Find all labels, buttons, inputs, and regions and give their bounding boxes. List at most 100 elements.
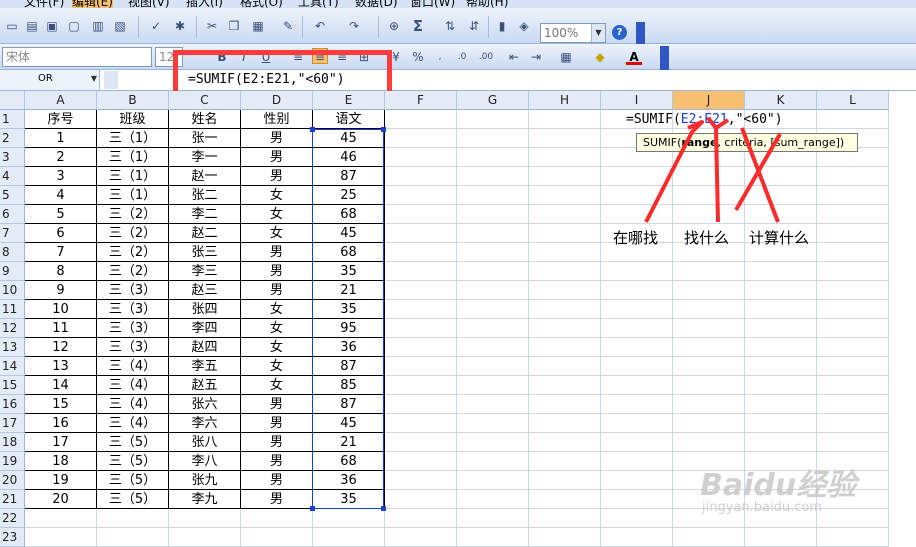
decrease-decimal-icon[interactable]: .00 [478, 49, 494, 65]
row-header-14[interactable]: 14 [0, 357, 25, 376]
cell-edit-formula[interactable]: =SUMIF(E2:E21,"<60") [626, 112, 783, 127]
column-header-d[interactable]: D [241, 91, 313, 110]
cell-c10[interactable]: 赵三 [169, 281, 241, 300]
cell-i6[interactable] [601, 205, 673, 224]
cell-g10[interactable] [457, 281, 529, 300]
cell-g9[interactable] [457, 262, 529, 281]
cell-a9[interactable]: 8 [25, 262, 97, 281]
print-preview-icon[interactable]: ▧ [112, 18, 128, 34]
cell-h11[interactable] [529, 300, 601, 319]
cell-l13[interactable] [817, 338, 889, 357]
percent-icon[interactable]: % [410, 49, 426, 65]
cell-c17[interactable]: 李六 [169, 414, 241, 433]
cell-b5[interactable]: 三（1） [97, 186, 169, 205]
cell-c20[interactable]: 张九 [169, 471, 241, 490]
menu-file[interactable]: 文件(F) [24, 0, 64, 8]
cell-c7[interactable]: 赵二 [169, 224, 241, 243]
fill-color-icon[interactable]: ◆ [592, 49, 608, 65]
cell-l4[interactable] [817, 167, 889, 186]
cell-a2[interactable]: 1 [25, 129, 97, 148]
row-header-6[interactable]: 6 [0, 205, 25, 224]
cell-c16[interactable]: 张六 [169, 395, 241, 414]
cell-f3[interactable] [385, 148, 457, 167]
cell-k13[interactable] [745, 338, 817, 357]
autosum-icon[interactable]: Σ [410, 18, 426, 34]
save-icon[interactable]: ▣ [44, 18, 60, 34]
cell-h2[interactable] [529, 129, 601, 148]
select-all-corner[interactable] [0, 91, 25, 110]
cell-c23[interactable] [169, 528, 241, 547]
cell-d15[interactable]: 女 [241, 376, 313, 395]
cell-d3[interactable]: 男 [241, 148, 313, 167]
row-header-19[interactable]: 19 [0, 452, 25, 471]
cell-j10[interactable] [673, 281, 745, 300]
cell-g14[interactable] [457, 357, 529, 376]
cell-k12[interactable] [745, 319, 817, 338]
row-header-13[interactable]: 13 [0, 338, 25, 357]
cell-g6[interactable] [457, 205, 529, 224]
cell-c18[interactable]: 张八 [169, 433, 241, 452]
cell-d6[interactable]: 女 [241, 205, 313, 224]
cell-e18[interactable]: 21 [313, 433, 385, 452]
cell-k10[interactable] [745, 281, 817, 300]
cell-f12[interactable] [385, 319, 457, 338]
cell-f19[interactable] [385, 452, 457, 471]
cell-f14[interactable] [385, 357, 457, 376]
cell-a8[interactable]: 7 [25, 243, 97, 262]
cell-c19[interactable]: 李八 [169, 452, 241, 471]
cell-c21[interactable]: 李九 [169, 490, 241, 509]
borders-icon[interactable]: ▦ [558, 49, 574, 65]
cell-f23[interactable] [385, 528, 457, 547]
cell-b21[interactable]: 三（5） [97, 490, 169, 509]
row-header-5[interactable]: 5 [0, 186, 25, 205]
cell-b3[interactable]: 三（1） [97, 148, 169, 167]
cell-k6[interactable] [745, 205, 817, 224]
cell-h22[interactable] [529, 509, 601, 528]
cell-g23[interactable] [457, 528, 529, 547]
row-header-23[interactable]: 23 [0, 528, 25, 547]
cell-i5[interactable] [601, 186, 673, 205]
font-color-icon[interactable]: A [626, 49, 642, 65]
chevron-down-icon[interactable]: ▼ [591, 24, 605, 42]
cell-h8[interactable] [529, 243, 601, 262]
cell-e19[interactable]: 68 [313, 452, 385, 471]
cell-i18[interactable] [601, 433, 673, 452]
cell-d11[interactable]: 女 [241, 300, 313, 319]
cell-j13[interactable] [673, 338, 745, 357]
row-header-15[interactable]: 15 [0, 376, 25, 395]
cell-a22[interactable] [25, 509, 97, 528]
cell-l23[interactable] [817, 528, 889, 547]
cell-c8[interactable]: 张三 [169, 243, 241, 262]
cell-k11[interactable] [745, 300, 817, 319]
cell-f15[interactable] [385, 376, 457, 395]
cell-f7[interactable] [385, 224, 457, 243]
cell-e8[interactable]: 68 [313, 243, 385, 262]
cell-l7[interactable] [817, 224, 889, 243]
help-icon[interactable]: ? [612, 25, 627, 40]
cell-e1[interactable]: 语文 [313, 110, 385, 129]
cell-b9[interactable]: 三（2） [97, 262, 169, 281]
cell-a15[interactable]: 14 [25, 376, 97, 395]
cell-f21[interactable] [385, 490, 457, 509]
cell-e16[interactable]: 87 [313, 395, 385, 414]
cell-j14[interactable] [673, 357, 745, 376]
cell-i19[interactable] [601, 452, 673, 471]
cell-b11[interactable]: 三（3） [97, 300, 169, 319]
cell-d2[interactable]: 男 [241, 129, 313, 148]
cell-g1[interactable] [457, 110, 529, 129]
cell-l22[interactable] [817, 509, 889, 528]
cell-d21[interactable]: 男 [241, 490, 313, 509]
cell-g11[interactable] [457, 300, 529, 319]
cell-f22[interactable] [385, 509, 457, 528]
cell-b4[interactable]: 三（1） [97, 167, 169, 186]
decrease-indent-icon[interactable]: ⇤ [506, 49, 522, 65]
cell-d17[interactable]: 男 [241, 414, 313, 433]
cell-j11[interactable] [673, 300, 745, 319]
cell-e7[interactable]: 45 [313, 224, 385, 243]
cell-i17[interactable] [601, 414, 673, 433]
row-header-4[interactable]: 4 [0, 167, 25, 186]
cell-b6[interactable]: 三（2） [97, 205, 169, 224]
cell-j18[interactable] [673, 433, 745, 452]
cell-j9[interactable] [673, 262, 745, 281]
row-header-22[interactable]: 22 [0, 509, 25, 528]
